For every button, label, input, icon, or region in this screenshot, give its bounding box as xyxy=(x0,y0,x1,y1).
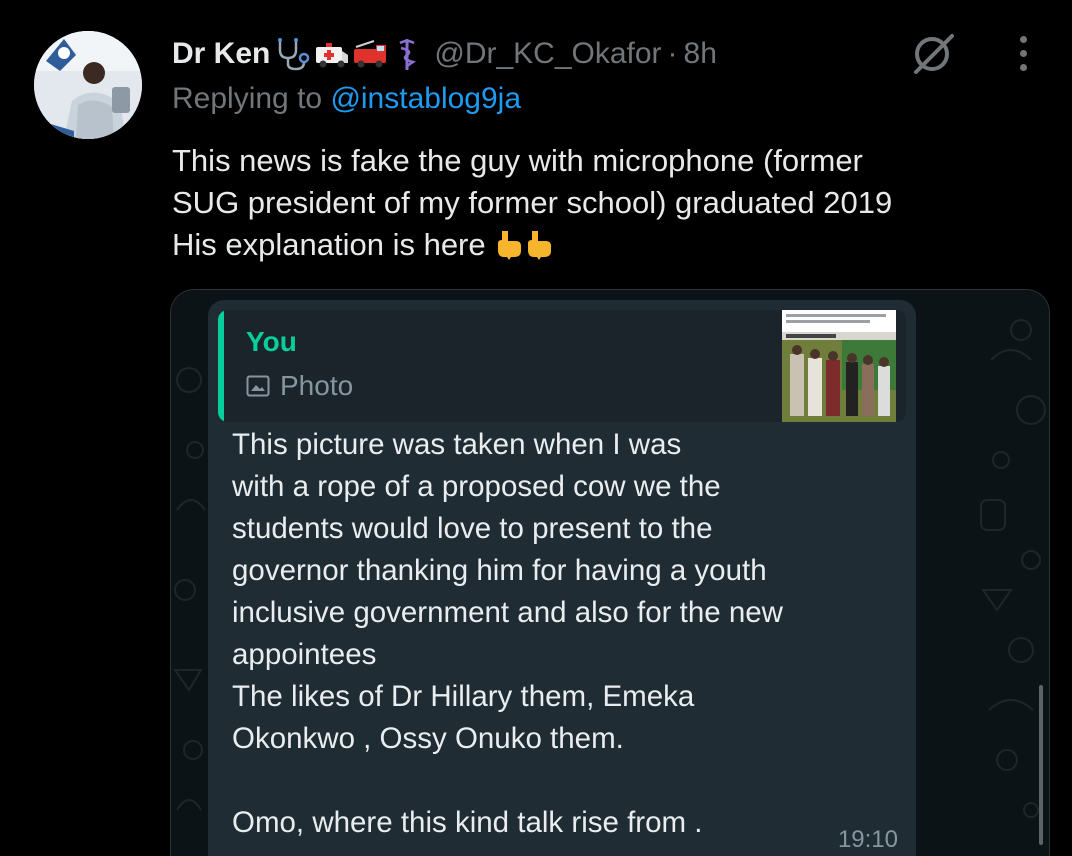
fire-engine-icon xyxy=(354,40,387,68)
chat-message-line: with a rope of a proposed cow we the xyxy=(232,470,721,503)
stethoscope-icon xyxy=(278,38,310,71)
chat-message-bubble: You Photo This picture was taken when I … xyxy=(208,300,916,856)
grok-icon[interactable] xyxy=(908,28,958,78)
replying-prefix: Replying to xyxy=(172,82,323,115)
replying-to: Replying to @instablog9ja xyxy=(172,82,521,116)
chat-message-line: governor thanking him for having a youth xyxy=(232,554,767,587)
chat-message-line xyxy=(232,760,912,802)
quote-thumbnail xyxy=(782,310,896,422)
medical-symbol-icon xyxy=(399,39,417,70)
chat-message-line: The likes of Dr Hillary them, Emeka xyxy=(232,680,695,713)
tweet-header: Dr Ken @Dr_KC_Okafor · 8h xyxy=(172,28,717,80)
ambulance-icon xyxy=(316,43,349,68)
tweet-text: This news is fake the guy with microphon… xyxy=(172,140,1032,272)
pointing-down-hand-icon xyxy=(524,229,554,272)
quote-photo-label: Photo xyxy=(246,370,353,402)
chat-message-line: inclusive government and also for the ne… xyxy=(232,596,783,629)
chat-message-line: Omo, where this kind talk rise from . xyxy=(232,806,703,839)
author-name[interactable]: Dr Ken xyxy=(172,37,270,71)
quote-accent-bar xyxy=(218,310,224,422)
avatar[interactable] xyxy=(34,31,142,139)
chat-message-line: students would love to present to the xyxy=(232,512,713,545)
more-options-icon[interactable] xyxy=(1005,28,1041,78)
tweet-media-image[interactable]: You Photo This picture was taken when I … xyxy=(170,289,1050,856)
replying-to-mention[interactable]: @instablog9ja xyxy=(330,82,521,115)
chat-message-line: appointees xyxy=(232,638,377,671)
tweet-text-line: His explanation is here xyxy=(172,224,1032,272)
tweet-text-line: SUG president of my former school) gradu… xyxy=(172,185,893,220)
pointing-down-hand-icon xyxy=(494,229,524,272)
quote-type: Photo xyxy=(280,370,354,401)
chat-message-line: Okonkwo , Ossy Onuko them. xyxy=(232,722,624,755)
scrollbar xyxy=(1039,685,1043,845)
photo-icon xyxy=(246,375,270,397)
tweet-text-line: This news is fake the guy with microphon… xyxy=(172,143,863,178)
chat-message-line: This picture was taken when I was xyxy=(232,428,682,461)
chat-message-time: 19:10 xyxy=(837,826,898,853)
avatar-image xyxy=(34,31,142,139)
author-emojis xyxy=(274,36,422,72)
quote-author: You xyxy=(246,326,297,357)
author-handle[interactable]: @Dr_KC_Okafor xyxy=(434,37,661,71)
separator-dot: · xyxy=(667,37,678,70)
quoted-message: You Photo xyxy=(218,310,906,422)
tweet-text-line-content: His explanation is here xyxy=(172,227,486,262)
timestamp[interactable]: 8h xyxy=(684,37,717,71)
chat-message-text: This picture was taken when I was with a… xyxy=(232,424,912,844)
